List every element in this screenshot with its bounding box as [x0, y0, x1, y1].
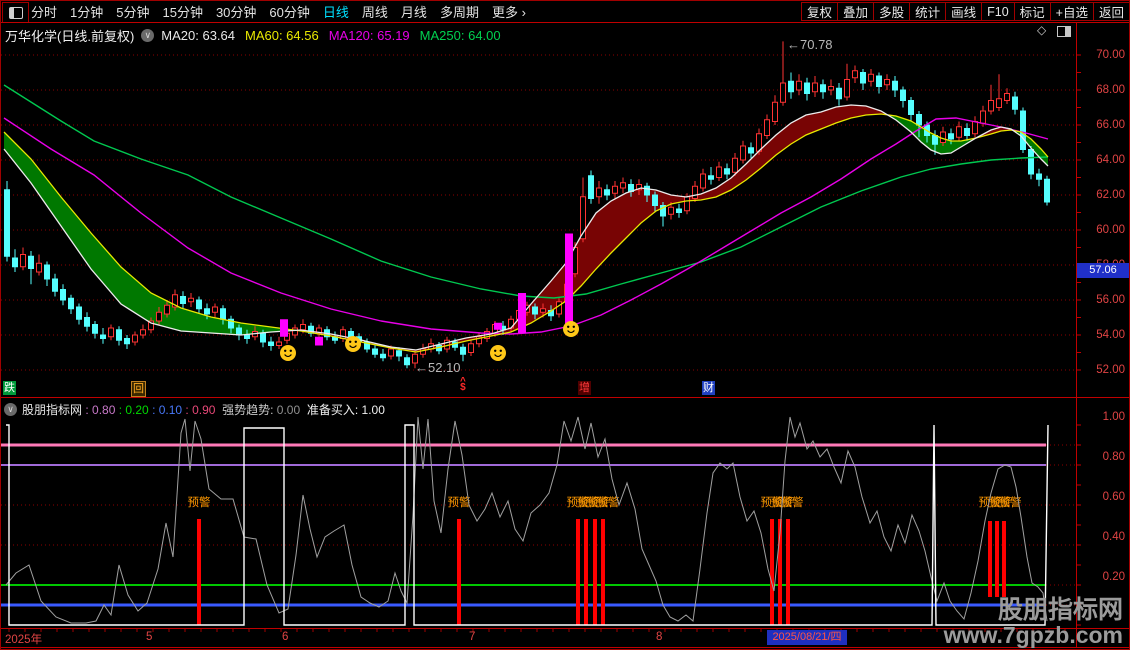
indicator-tick-label: 0.60 — [1102, 491, 1125, 503]
action-button-2[interactable]: 多股 — [873, 2, 911, 21]
action-button-1[interactable]: 叠加 — [837, 2, 875, 21]
action-button-6[interactable]: 标记 — [1013, 2, 1051, 21]
price-tick-label: 56.00 — [1096, 294, 1125, 306]
month-label: 5 — [146, 631, 153, 643]
ma-value-0: MA20: 63.64 — [161, 28, 235, 43]
svg-text:预警: 预警 — [188, 495, 211, 509]
indicator-header: ∨ 股朋指标网 : 0.80 : 0.20 : 0.10 : 0.90 强势趋势… — [4, 401, 385, 418]
indicator-header-seg-5: 强势趋势: — [215, 403, 274, 417]
price-tick-label: 64.00 — [1096, 154, 1125, 166]
chevron-down-icon[interactable]: ∨ — [4, 403, 17, 416]
action-button-7[interactable]: +自选 — [1049, 2, 1094, 21]
indicator-header-seg-0: 股朋指标网 — [22, 403, 83, 417]
price-tick-label: 60.00 — [1096, 224, 1125, 236]
indicator-header-seg-8: 1.00 — [358, 403, 385, 417]
symbol-title: 万华化学(日线.前复权) — [5, 29, 135, 44]
menu-item-10[interactable]: 更多 › — [492, 2, 526, 21]
title-bar: 万华化学(日线.前复权) ∨ MA20: 63.64 MA60: 64.56 MA1… — [5, 26, 501, 45]
chart-annotation-0: ←70.78 — [787, 37, 833, 52]
ma-value-3: MA250: 64.00 — [419, 28, 501, 43]
watermark-url: www.7gpzb.com — [943, 621, 1123, 648]
watermark: 股朋指标网 www.7gpzb.com — [944, 598, 1123, 647]
indicator-header-seg-1: : 0.80 — [82, 403, 116, 417]
toolbar: 分时 1分钟 5分钟 15分钟 30分钟 60分钟 日线 周线 月线 多周期 更多 › 复权 叠加 多股… — [1, 1, 1129, 23]
diamond-icon[interactable]: ◇ — [1037, 23, 1046, 37]
watermark-site-name: 股朋指标网 — [997, 596, 1123, 625]
price-tick-label: 52.00 — [1096, 364, 1125, 376]
indicator-tick-label: 1.00 — [1102, 411, 1125, 423]
indicator-header-seg-4: : 0.90 — [182, 403, 216, 417]
month-label: 7 — [469, 631, 476, 643]
menu-item-3[interactable]: 15分钟 — [162, 2, 202, 21]
price-tick-label: 54.00 — [1096, 329, 1125, 341]
action-button-4[interactable]: 画线 — [945, 2, 983, 21]
menu-item-0[interactable]: 分时 — [31, 2, 57, 21]
action-button-5[interactable]: F10 — [981, 2, 1015, 21]
indicator-header-seg-6: 0.00 — [273, 403, 301, 417]
indicator-tick-label: 0.40 — [1102, 531, 1125, 543]
month-label: 6 — [282, 631, 289, 643]
ma-values: MA20: 63.64 MA60: 64.56 MA120: 65.19 MA250:… — [161, 28, 500, 43]
price-tick-label: 62.00 — [1096, 189, 1125, 201]
indicator-tick-label: 0.20 — [1102, 571, 1125, 583]
month-label: 8 — [656, 631, 663, 643]
price-tick-label: 66.00 — [1096, 119, 1125, 131]
menu-divider — [1, 22, 1129, 23]
current-price-badge: 57.06 — [1077, 263, 1129, 278]
menu-item-2[interactable]: 5分钟 — [116, 2, 149, 21]
action-button-0[interactable]: 复权 — [801, 2, 839, 21]
indicator-header-seg-2: : 0.20 — [115, 403, 149, 417]
menu-item-7[interactable]: 周线 — [362, 2, 388, 21]
menu-item-6[interactable]: 日线 — [323, 2, 349, 21]
selected-date-label: 2025/08/21/四 — [767, 630, 847, 645]
menu-item-4[interactable]: 30分钟 — [216, 2, 256, 21]
main-chart[interactable]: 预警 预警 预警预警预警预警 预警预警预警 预警预警预警 — [1, 1, 1130, 650]
axis-border — [1076, 23, 1077, 647]
chevron-down-icon[interactable]: ∨ — [141, 29, 155, 42]
xaxis-strip: 2025年 5 6 7 8 2025/08/21/四 — [1, 629, 1076, 647]
svg-text:预警: 预警 — [781, 495, 804, 509]
menu-item-9[interactable]: 多周期 — [440, 2, 479, 21]
flag-marker-0: 跌 — [3, 381, 16, 395]
ma-value-1: MA60: 64.56 — [245, 28, 319, 43]
split-window-icon — [8, 6, 23, 19]
price-tick-label: 70.00 — [1096, 49, 1125, 61]
ma-value-2: MA120: 65.19 — [328, 28, 410, 43]
menu-item-8[interactable]: 月线 — [401, 2, 427, 21]
flag-marker-2: ^ $ — [460, 376, 466, 393]
year-label: 2025年 — [5, 634, 43, 646]
menu-item-5[interactable]: 60分钟 — [269, 2, 309, 21]
window-split-button[interactable] — [2, 2, 29, 23]
flag-marker-1: 回 — [131, 381, 146, 397]
action-button-8[interactable]: 返回 — [1092, 2, 1129, 21]
tdx-stock-app: 预警 预警 预警 预警 预警 预警 预警 预警 预警 预警 预警 预警 分时 1分钟 5分钟 15分钟 30分… — [0, 0, 1130, 650]
period-menu: 分时 1分钟 5分钟 15分钟 30分钟 60分钟 日线 周线 月线 多周期 更多 › — [31, 2, 526, 21]
flag-marker-4: 财 — [702, 381, 715, 395]
indicator-values: 股朋指标网 : 0.80 : 0.20 : 0.10 : 0.90 强势趋势: … — [22, 401, 385, 418]
menu-item-1[interactable]: 1分钟 — [70, 2, 103, 21]
indicator-tick-label: 0.80 — [1102, 451, 1125, 463]
flag-marker-3: 增 — [578, 381, 591, 395]
indicator-header-seg-7: 准备买入: — [300, 403, 359, 417]
indicator-header-seg-3: : 0.10 — [148, 403, 183, 417]
pane-divider — [1, 397, 1129, 398]
action-button-3[interactable]: 统计 — [909, 2, 947, 21]
action-menu: 复权 叠加 多股 统计 画线 F10 标记 +自选 返回 — [801, 2, 1129, 21]
pane-split-icon[interactable] — [1057, 26, 1071, 37]
price-tick-label: 68.00 — [1096, 84, 1125, 96]
chart-annotation-1: ←52.10 — [415, 360, 461, 375]
